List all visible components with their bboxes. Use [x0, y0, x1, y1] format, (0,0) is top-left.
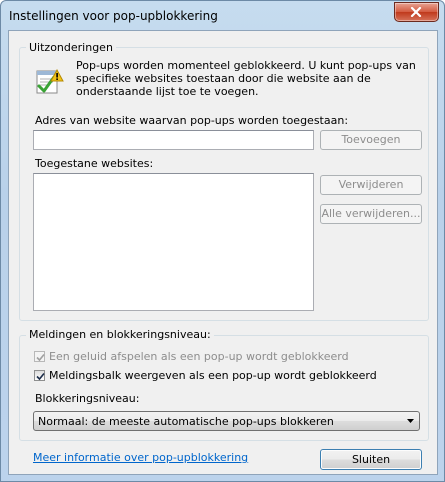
play-sound-checkbox[interactable] [34, 351, 45, 362]
dialog-client-area: Uitzonderingen Pop-ups worden momenteel … [8, 30, 438, 475]
popup-blocker-icon [36, 68, 64, 94]
remove-all-button[interactable]: Alle verwijderen... [320, 204, 422, 224]
close-button[interactable]: Sluiten [320, 449, 422, 470]
title-bar[interactable]: Instellingen voor pop-upblokkering [1, 1, 444, 31]
play-sound-label: Een geluid afspelen als een pop-up wordt… [49, 350, 349, 363]
dialog-window: Instellingen voor pop-upblokkering Uitzo… [0, 0, 445, 482]
allowed-websites-label: Toegestane websites: [35, 157, 154, 170]
window-title: Instellingen voor pop-upblokkering [9, 9, 218, 23]
blocking-level-label: Blokkeringsniveau: [35, 392, 140, 405]
show-infobar-label: Meldingsbalk weergeven als een pop-up wo… [49, 369, 377, 382]
checkmark-icon [36, 353, 45, 362]
close-icon [410, 7, 422, 17]
remove-button[interactable]: Verwijderen [320, 175, 422, 195]
exceptions-group-label: Uitzonderingen [26, 41, 116, 54]
checkmark-icon [36, 372, 45, 381]
chevron-down-icon [407, 419, 414, 423]
allowed-websites-list[interactable] [33, 173, 314, 311]
website-address-input[interactable] [33, 130, 314, 150]
more-info-link[interactable]: Meer informatie over pop-upblokkering [33, 451, 248, 464]
address-label: Adres van website waarvan pop-ups worden… [35, 114, 349, 127]
exceptions-description: Pop-ups worden momenteel geblokkeerd. U … [76, 59, 416, 98]
blocking-level-select[interactable]: Normaal: de meeste automatische pop-ups … [33, 411, 420, 431]
show-infobar-checkbox[interactable] [34, 370, 45, 381]
notifications-group-label: Meldingen en blokkeringsniveau: [26, 328, 214, 341]
close-window-button[interactable] [394, 2, 439, 22]
blocking-level-value: Normaal: de meeste automatische pop-ups … [38, 415, 334, 428]
add-button[interactable]: Toevoegen [320, 130, 422, 150]
